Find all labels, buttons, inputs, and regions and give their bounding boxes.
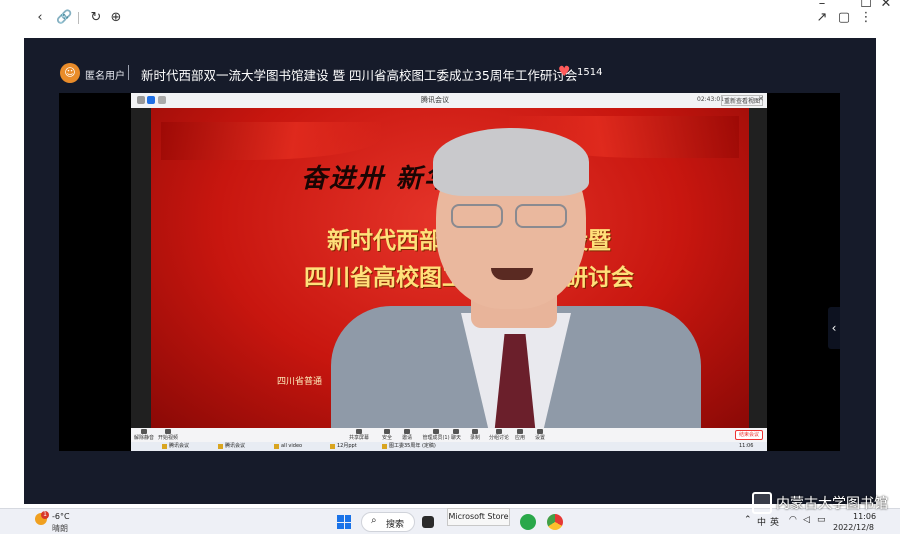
weather-temperature[interactable]: -6°C — [52, 512, 70, 521]
info-icon[interactable] — [137, 96, 145, 104]
library-logo-icon — [752, 492, 772, 514]
ime-language[interactable]: 英 — [770, 515, 779, 528]
share-icon[interactable]: ↗ — [814, 10, 830, 26]
meeting-window: 腾讯会议 02:43:01 重新查看视图 – ✕ 奋进卅 新华章 新时代西部双一… — [131, 93, 767, 451]
record-button[interactable]: 录制 — [464, 429, 486, 441]
task-view-icon[interactable] — [422, 516, 434, 528]
maximize-icon[interactable]: ☐ — [858, 0, 874, 12]
meeting-right-panel — [749, 108, 767, 428]
user-name: 匿名用户 — [85, 71, 125, 82]
meeting-titlebar: 腾讯会议 02:43:01 重新查看视图 – ✕ — [131, 93, 767, 108]
settings-button[interactable]: 设置 — [529, 429, 551, 441]
backdrop-subline-2: 四川省普通 — [277, 377, 323, 387]
watermark-text: 内蒙古大学图书馆 — [776, 496, 888, 512]
clock-date[interactable]: 2022/12/8 — [833, 523, 874, 532]
volume-icon[interactable]: ◁ — [803, 515, 810, 525]
chevron-up-icon[interactable]: ⌃ — [744, 515, 752, 525]
meeting-control-bar: 解除静音 开始视频 共享屏幕 安全 邀请 管理成员(1) 聊天 录制 分组讨论 … — [131, 428, 767, 442]
inner-task-item[interactable]: 腾讯会议 — [161, 443, 189, 450]
toolbar-divider — [78, 12, 79, 24]
weather-badge: 1 — [41, 511, 49, 519]
globe-icon[interactable]: ⊕ — [108, 10, 124, 26]
ime-mode[interactable]: 中 — [757, 515, 766, 528]
start-icon[interactable] — [337, 515, 351, 529]
close-icon[interactable]: ✕ — [878, 0, 894, 12]
like-count: 1514 — [577, 67, 603, 78]
lens-right — [515, 204, 567, 228]
browser-toolbar: ‹ 🔗 ↻ ⊕ ↗ ▢ ⋮ – ☐ ✕ — [0, 0, 900, 36]
back-icon[interactable]: ‹ — [32, 10, 48, 26]
mute-button[interactable]: 解除静音 — [133, 429, 155, 441]
meeting-elapsed: 02:43:01 — [697, 96, 724, 103]
shield-icon[interactable] — [147, 96, 155, 104]
speaker-mouth — [491, 268, 533, 280]
wechat-icon[interactable] — [520, 514, 536, 530]
wifi-icon[interactable]: ◠ — [789, 515, 797, 525]
weather-description[interactable]: 晴朗 — [52, 523, 68, 534]
video-button[interactable]: 开始视频 — [157, 429, 179, 441]
link-icon[interactable]: 🔗 — [56, 10, 72, 26]
live-header: ☺ 匿名用户 新时代西部双一流大学图书馆建设 暨 四川省高校图工委成立35周年工… — [24, 38, 876, 92]
speaker-glasses — [451, 204, 569, 228]
chevron-left-icon[interactable]: ‹ — [828, 307, 840, 349]
apps-button[interactable]: 应用 — [509, 429, 531, 441]
heart-icon[interactable]: ♥ — [558, 64, 571, 80]
inner-task-item[interactable]: all video — [273, 443, 302, 450]
inner-taskbar: 腾讯会议 腾讯会议 all video 12月ppt 图工委35周年 (定稿) … — [131, 442, 767, 451]
search-box[interactable]: ⌕ 搜索 — [361, 512, 415, 532]
inner-task-item[interactable]: 图工委35周年 (定稿) — [381, 443, 436, 450]
meeting-close-icon[interactable]: ✕ — [758, 95, 764, 103]
watermark: 内蒙古大学图书馆 — [752, 490, 888, 516]
invite-button[interactable]: 邀请 — [396, 429, 418, 441]
live-title: 新时代西部双一流大学图书馆建设 暨 四川省高校图工委成立35周年工作研讨会 — [141, 68, 578, 83]
live-stage: ☺ 匿名用户 新时代西部双一流大学图书馆建设 暨 四川省高校图工委成立35周年工… — [24, 38, 876, 504]
battery-icon[interactable]: ▭ — [817, 515, 826, 525]
signal-icon[interactable] — [158, 96, 166, 104]
meeting-title: 腾讯会议 — [421, 96, 449, 104]
chrome-icon[interactable] — [547, 514, 563, 530]
lens-left — [451, 204, 503, 228]
video-player[interactable]: 腾讯会议 02:43:01 重新查看视图 – ✕ 奋进卅 新华章 新时代西部双一… — [59, 93, 840, 451]
view-button[interactable]: 重新查看视图 — [721, 95, 764, 106]
speaker-video — [331, 128, 701, 451]
minimize-icon[interactable]: – — [814, 0, 830, 12]
header-divider — [128, 65, 129, 80]
search-label: 搜索 — [386, 520, 405, 530]
security-button[interactable]: 安全 — [376, 429, 398, 441]
inner-clock: 11:06 — [739, 443, 754, 449]
event-backdrop: 奋进卅 新华章 新时代西部双一 书馆建设暨 四川省高校图工委 年工作研讨会 四川… — [151, 108, 749, 451]
live-viewer-window: ‹ 🔗 ↻ ⊕ ↗ ▢ ⋮ – ☐ ✕ ☺ 匿名用户 新时代西部双一流大学图书馆… — [0, 0, 900, 508]
end-meeting-button[interactable]: 结束会议 — [735, 430, 763, 440]
inner-task-item[interactable]: 腾讯会议 — [217, 443, 245, 450]
speaker-hair — [433, 128, 589, 196]
meeting-left-panel — [131, 108, 151, 428]
inner-task-item[interactable]: 12月ppt — [329, 443, 357, 450]
taskbar-tooltip: Microsoft Store — [447, 508, 510, 526]
share-screen-button[interactable]: 共享屏幕 — [348, 429, 370, 441]
refresh-icon[interactable]: ↻ — [88, 10, 104, 26]
meeting-minimize-icon[interactable]: – — [749, 95, 753, 103]
menu-icon[interactable]: ⋮ — [858, 10, 874, 26]
search-icon: ⌕ — [371, 515, 377, 526]
package-icon[interactable]: ▢ — [836, 10, 852, 26]
avatar[interactable]: ☺ — [60, 63, 80, 83]
